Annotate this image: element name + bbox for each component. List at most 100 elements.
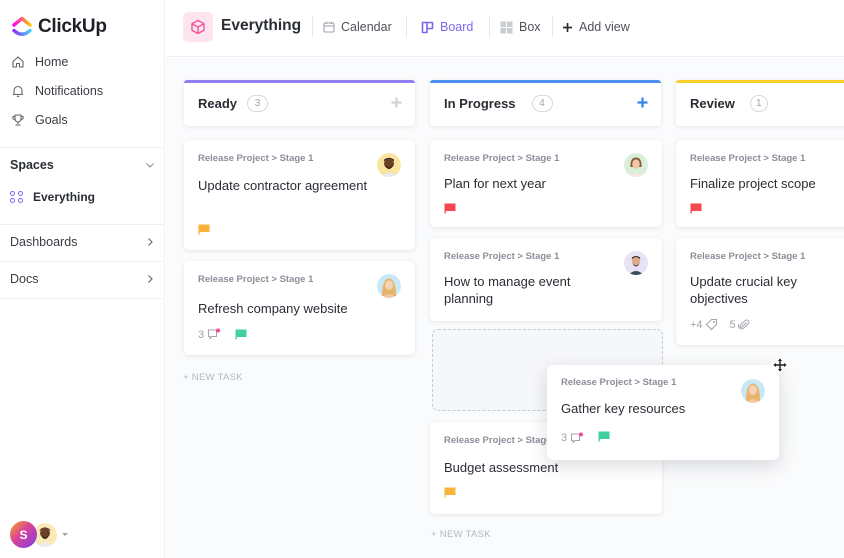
sidebar-item-label: Goals xyxy=(35,113,68,127)
assignee-avatar[interactable] xyxy=(624,153,648,177)
sidebar-item-docs[interactable]: Docs xyxy=(10,270,155,288)
tab-label: Calendar xyxy=(341,20,392,34)
user-menu[interactable]: S xyxy=(10,521,68,548)
user-avatar: S xyxy=(10,521,37,548)
dashboards-label: Dashboards xyxy=(10,235,78,249)
bell-icon xyxy=(10,84,25,99)
tab-label: Box xyxy=(519,20,541,34)
priority-flag-icon[interactable] xyxy=(598,431,610,445)
priority-flag-icon[interactable] xyxy=(690,203,702,214)
tags-indicator[interactable]: +4 xyxy=(690,318,718,331)
board-icon xyxy=(421,21,434,34)
assignee-avatar[interactable] xyxy=(624,251,648,275)
add-view-button[interactable]: Add view xyxy=(562,18,630,36)
sidebar-item-dashboards[interactable]: Dashboards xyxy=(10,233,155,251)
dragging-task-card[interactable]: Release Project > Stage 1 Gather key res… xyxy=(547,365,779,460)
priority-flag-icon[interactable] xyxy=(198,224,210,235)
sidebar-divider xyxy=(0,147,165,148)
task-card[interactable]: Release Project > Stage 1 Update crucial… xyxy=(676,238,844,345)
assignee-avatar[interactable] xyxy=(377,274,401,298)
task-breadcrumb: Release Project > Stage 1 xyxy=(198,274,314,285)
status-color-bar xyxy=(676,80,844,83)
tab-box[interactable]: Box xyxy=(500,18,541,36)
add-view-label: Add view xyxy=(579,20,630,34)
header-divider xyxy=(552,17,553,37)
sidebar-divider xyxy=(0,261,165,262)
task-title: Update contractor agreement xyxy=(198,178,368,193)
sidebar-item-label: Home xyxy=(35,55,69,69)
tag-icon xyxy=(705,319,717,331)
add-task-plus-icon[interactable] xyxy=(635,95,649,109)
task-meta xyxy=(690,203,716,214)
sidebar: ClickUp Home Notifications Goals Spaces … xyxy=(0,0,165,558)
column-title: In Progress xyxy=(444,95,516,111)
comments-indicator[interactable]: 3 xyxy=(561,432,584,445)
task-breadcrumb: Release Project > Stage 1 xyxy=(444,153,560,164)
task-meta: 3 xyxy=(198,328,261,341)
calendar-icon xyxy=(323,21,335,33)
logo-text: ClickUp xyxy=(38,16,107,37)
sidebar-item-label: Notifications xyxy=(35,84,104,98)
comment-icon xyxy=(208,328,221,340)
column-count-badge: 3 xyxy=(247,94,269,112)
comments-indicator[interactable]: 3 xyxy=(198,328,221,341)
status-color-bar xyxy=(430,80,661,83)
task-title: Refresh company website xyxy=(198,301,348,316)
assignee-avatar[interactable] xyxy=(377,153,401,177)
attachment-count: 5 xyxy=(729,318,736,331)
column-header-in-progress: In Progress 4 xyxy=(430,80,661,126)
task-meta xyxy=(444,487,470,498)
task-title: Budget assessment xyxy=(444,460,559,475)
task-meta: 3 xyxy=(561,431,610,445)
spaces-section-toggle[interactable]: Spaces xyxy=(10,156,155,174)
sidebar-divider xyxy=(0,224,165,225)
task-breadcrumb: Release Project > Stage 1 xyxy=(444,251,560,262)
new-task-button[interactable]: + NEW TASK xyxy=(431,529,491,540)
column-header-ready: Ready 3 xyxy=(184,80,415,126)
spaces-label: Spaces xyxy=(10,158,54,172)
sidebar-item-goals[interactable]: Goals xyxy=(10,111,68,129)
task-card[interactable]: Release Project > Stage 1 Update contrac… xyxy=(184,140,415,250)
task-title: Gather key resources xyxy=(561,401,686,416)
add-task-plus-icon[interactable] xyxy=(389,95,403,109)
task-title: Update crucial key objectives xyxy=(690,274,797,306)
task-title: Finalize project scope xyxy=(690,176,816,191)
tab-calendar[interactable]: Calendar xyxy=(323,18,392,36)
new-task-button[interactable]: + NEW TASK xyxy=(183,372,243,383)
column-title: Ready xyxy=(198,95,238,111)
sidebar-item-notifications[interactable]: Notifications xyxy=(10,82,103,100)
task-meta xyxy=(444,203,470,214)
paperclip-icon xyxy=(737,319,749,329)
priority-flag-icon[interactable] xyxy=(235,329,247,340)
sidebar-item-home[interactable]: Home xyxy=(10,53,68,71)
tab-board[interactable]: Board xyxy=(421,18,473,36)
task-breadcrumb: Release Project > Stage 1 xyxy=(690,153,806,164)
trophy-icon xyxy=(10,113,25,128)
task-card[interactable]: Release Project > Stage 1 Finalize proje… xyxy=(676,140,844,227)
box-grid-icon xyxy=(500,21,513,34)
status-color-bar xyxy=(184,80,415,83)
move-cursor-icon xyxy=(773,358,787,372)
board: Ready 3 Release Project > Stage 1 Update… xyxy=(166,58,844,558)
attachments-indicator[interactable]: 5 xyxy=(730,319,750,331)
chevron-down-icon xyxy=(145,160,155,170)
task-card[interactable]: Release Project > Stage 1 Plan for next … xyxy=(430,140,662,227)
home-icon xyxy=(10,55,25,70)
priority-flag-icon[interactable] xyxy=(444,203,456,214)
assignee-avatar[interactable] xyxy=(741,379,765,403)
tag-count: +4 xyxy=(690,318,703,331)
task-card[interactable]: Release Project > Stage 1 How to manage … xyxy=(430,238,662,321)
space-item-label: Everything xyxy=(33,190,96,204)
page-title: Everything xyxy=(221,17,302,34)
tab-label: Board xyxy=(440,20,474,34)
priority-flag-icon[interactable] xyxy=(444,487,456,498)
clickup-logo[interactable]: ClickUp xyxy=(11,16,107,38)
task-title: How to manage event planning xyxy=(444,274,571,306)
task-meta: +4 5 xyxy=(690,318,764,331)
space-item-everything[interactable]: Everything xyxy=(10,190,95,204)
task-meta xyxy=(198,224,224,235)
task-card[interactable]: Release Project > Stage 1 Refresh compan… xyxy=(184,261,415,355)
chevron-right-icon xyxy=(145,237,155,247)
header-divider xyxy=(489,17,490,37)
caret-down-icon xyxy=(62,533,68,536)
